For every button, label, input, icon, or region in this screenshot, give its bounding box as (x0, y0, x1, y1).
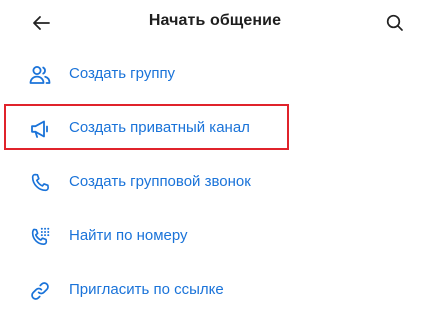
create-group-item[interactable]: Создать группу (0, 48, 430, 102)
megaphone-icon (27, 116, 53, 142)
search-button[interactable] (382, 10, 408, 36)
search-icon (386, 14, 404, 32)
page-title: Начать общение (148, 12, 282, 29)
create-private-channel-item[interactable]: Создать приватный канал (0, 102, 430, 156)
top-bar: Начать общение (0, 0, 430, 44)
invite-by-link-label: Пригласить по ссылке (69, 281, 224, 298)
start-conversation-menu: Создать группу Создать приватный канал С… (0, 48, 430, 318)
group-icon (27, 62, 53, 88)
create-group-call-item[interactable]: Создать групповой звонок (0, 156, 430, 210)
phone-keypad-icon (27, 224, 53, 250)
phone-icon (27, 170, 53, 196)
create-private-channel-label: Создать приватный канал (69, 119, 250, 136)
find-by-number-item[interactable]: Найти по номеру (0, 210, 430, 264)
find-by-number-label: Найти по номеру (69, 227, 188, 244)
create-group-label: Создать группу (69, 65, 176, 82)
create-group-call-label: Создать групповой звонок (69, 173, 251, 190)
invite-by-link-item[interactable]: Пригласить по ссылке (0, 264, 430, 318)
link-icon (27, 278, 53, 304)
